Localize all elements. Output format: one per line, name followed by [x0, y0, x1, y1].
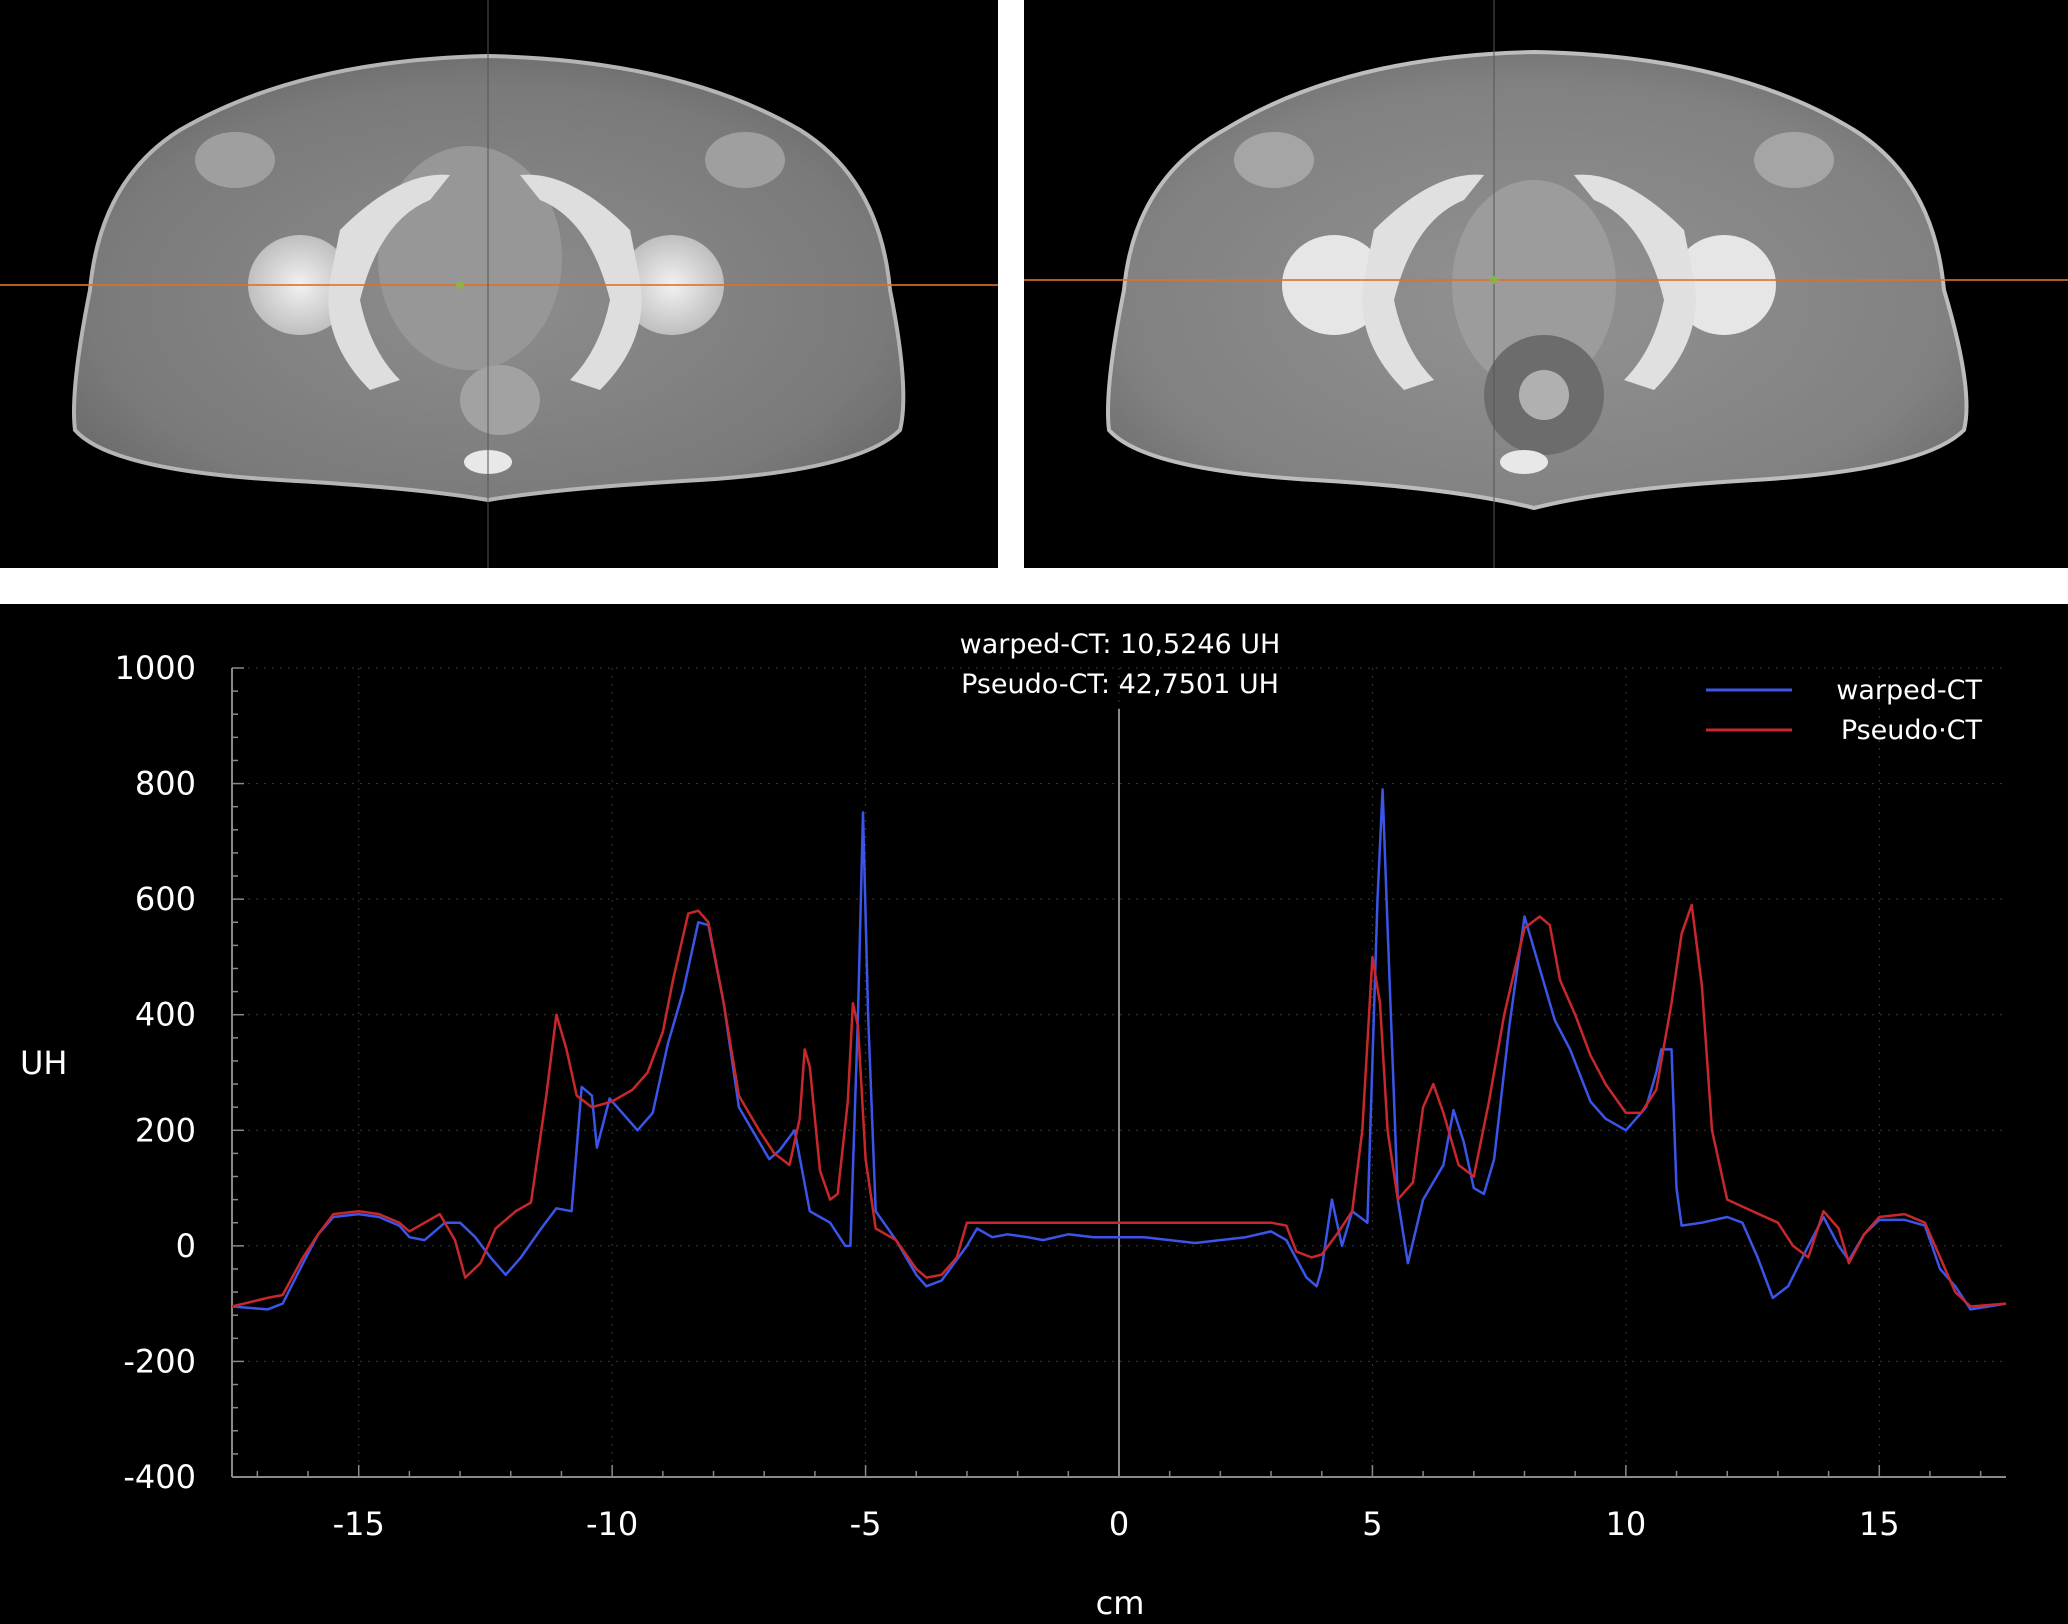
- x-tick-label: 5: [1362, 1505, 1382, 1543]
- x-tick-label: -5: [850, 1505, 882, 1543]
- legend-label: warped-CT: [1836, 675, 1982, 706]
- axes: -400 -200 0 200 400 600 800 1000 -15 -10 -5 0 5 10 15: [115, 649, 2006, 1543]
- y-axis-label: UH: [20, 1044, 67, 1082]
- x-axis-label: cm: [1096, 1584, 1145, 1622]
- x-tick-label: -10: [586, 1505, 638, 1543]
- legend: warped-CT Pseudo·CT: [1706, 675, 1983, 746]
- pelvis-ct-slice-warped-icon: [0, 0, 998, 568]
- x-tick-label: -15: [333, 1505, 385, 1543]
- chart-canvas: -400-20002004006008001000-15 -10 -5 0 5 10 15 …: [20, 629, 2007, 1622]
- annotation-pseudo: Pseudo-CT: 42,7501 UH: [961, 669, 1279, 700]
- y-tick-label: 1000: [115, 649, 196, 687]
- ct-image-right: [1024, 0, 2068, 568]
- x-tick-label: 15: [1859, 1505, 1900, 1543]
- y-tick-label: 0: [176, 1227, 196, 1265]
- y-tick-label: -200: [123, 1342, 196, 1380]
- ct-image-left: [0, 0, 998, 568]
- y-tick-label: 400: [135, 996, 196, 1034]
- y-tick-label: 800: [135, 765, 196, 803]
- y-tick-label: 200: [135, 1111, 196, 1149]
- pelvis-ct-slice-pseudo-icon: [1024, 0, 2068, 568]
- profile-chart: -400 -200 0 200 400 600 800 1000 -15 -10 -5 0 5 10 15 …: [0, 604, 2068, 1624]
- x-tick-label: 0: [1109, 1505, 1129, 1543]
- y-tick-label: 600: [135, 880, 196, 918]
- legend-label: Pseudo·CT: [1841, 715, 1983, 746]
- annotation-warped: warped-CT: 10,5246 UH: [960, 629, 1281, 660]
- y-tick-label: -400: [123, 1458, 196, 1496]
- x-tick-label: 10: [1605, 1505, 1646, 1543]
